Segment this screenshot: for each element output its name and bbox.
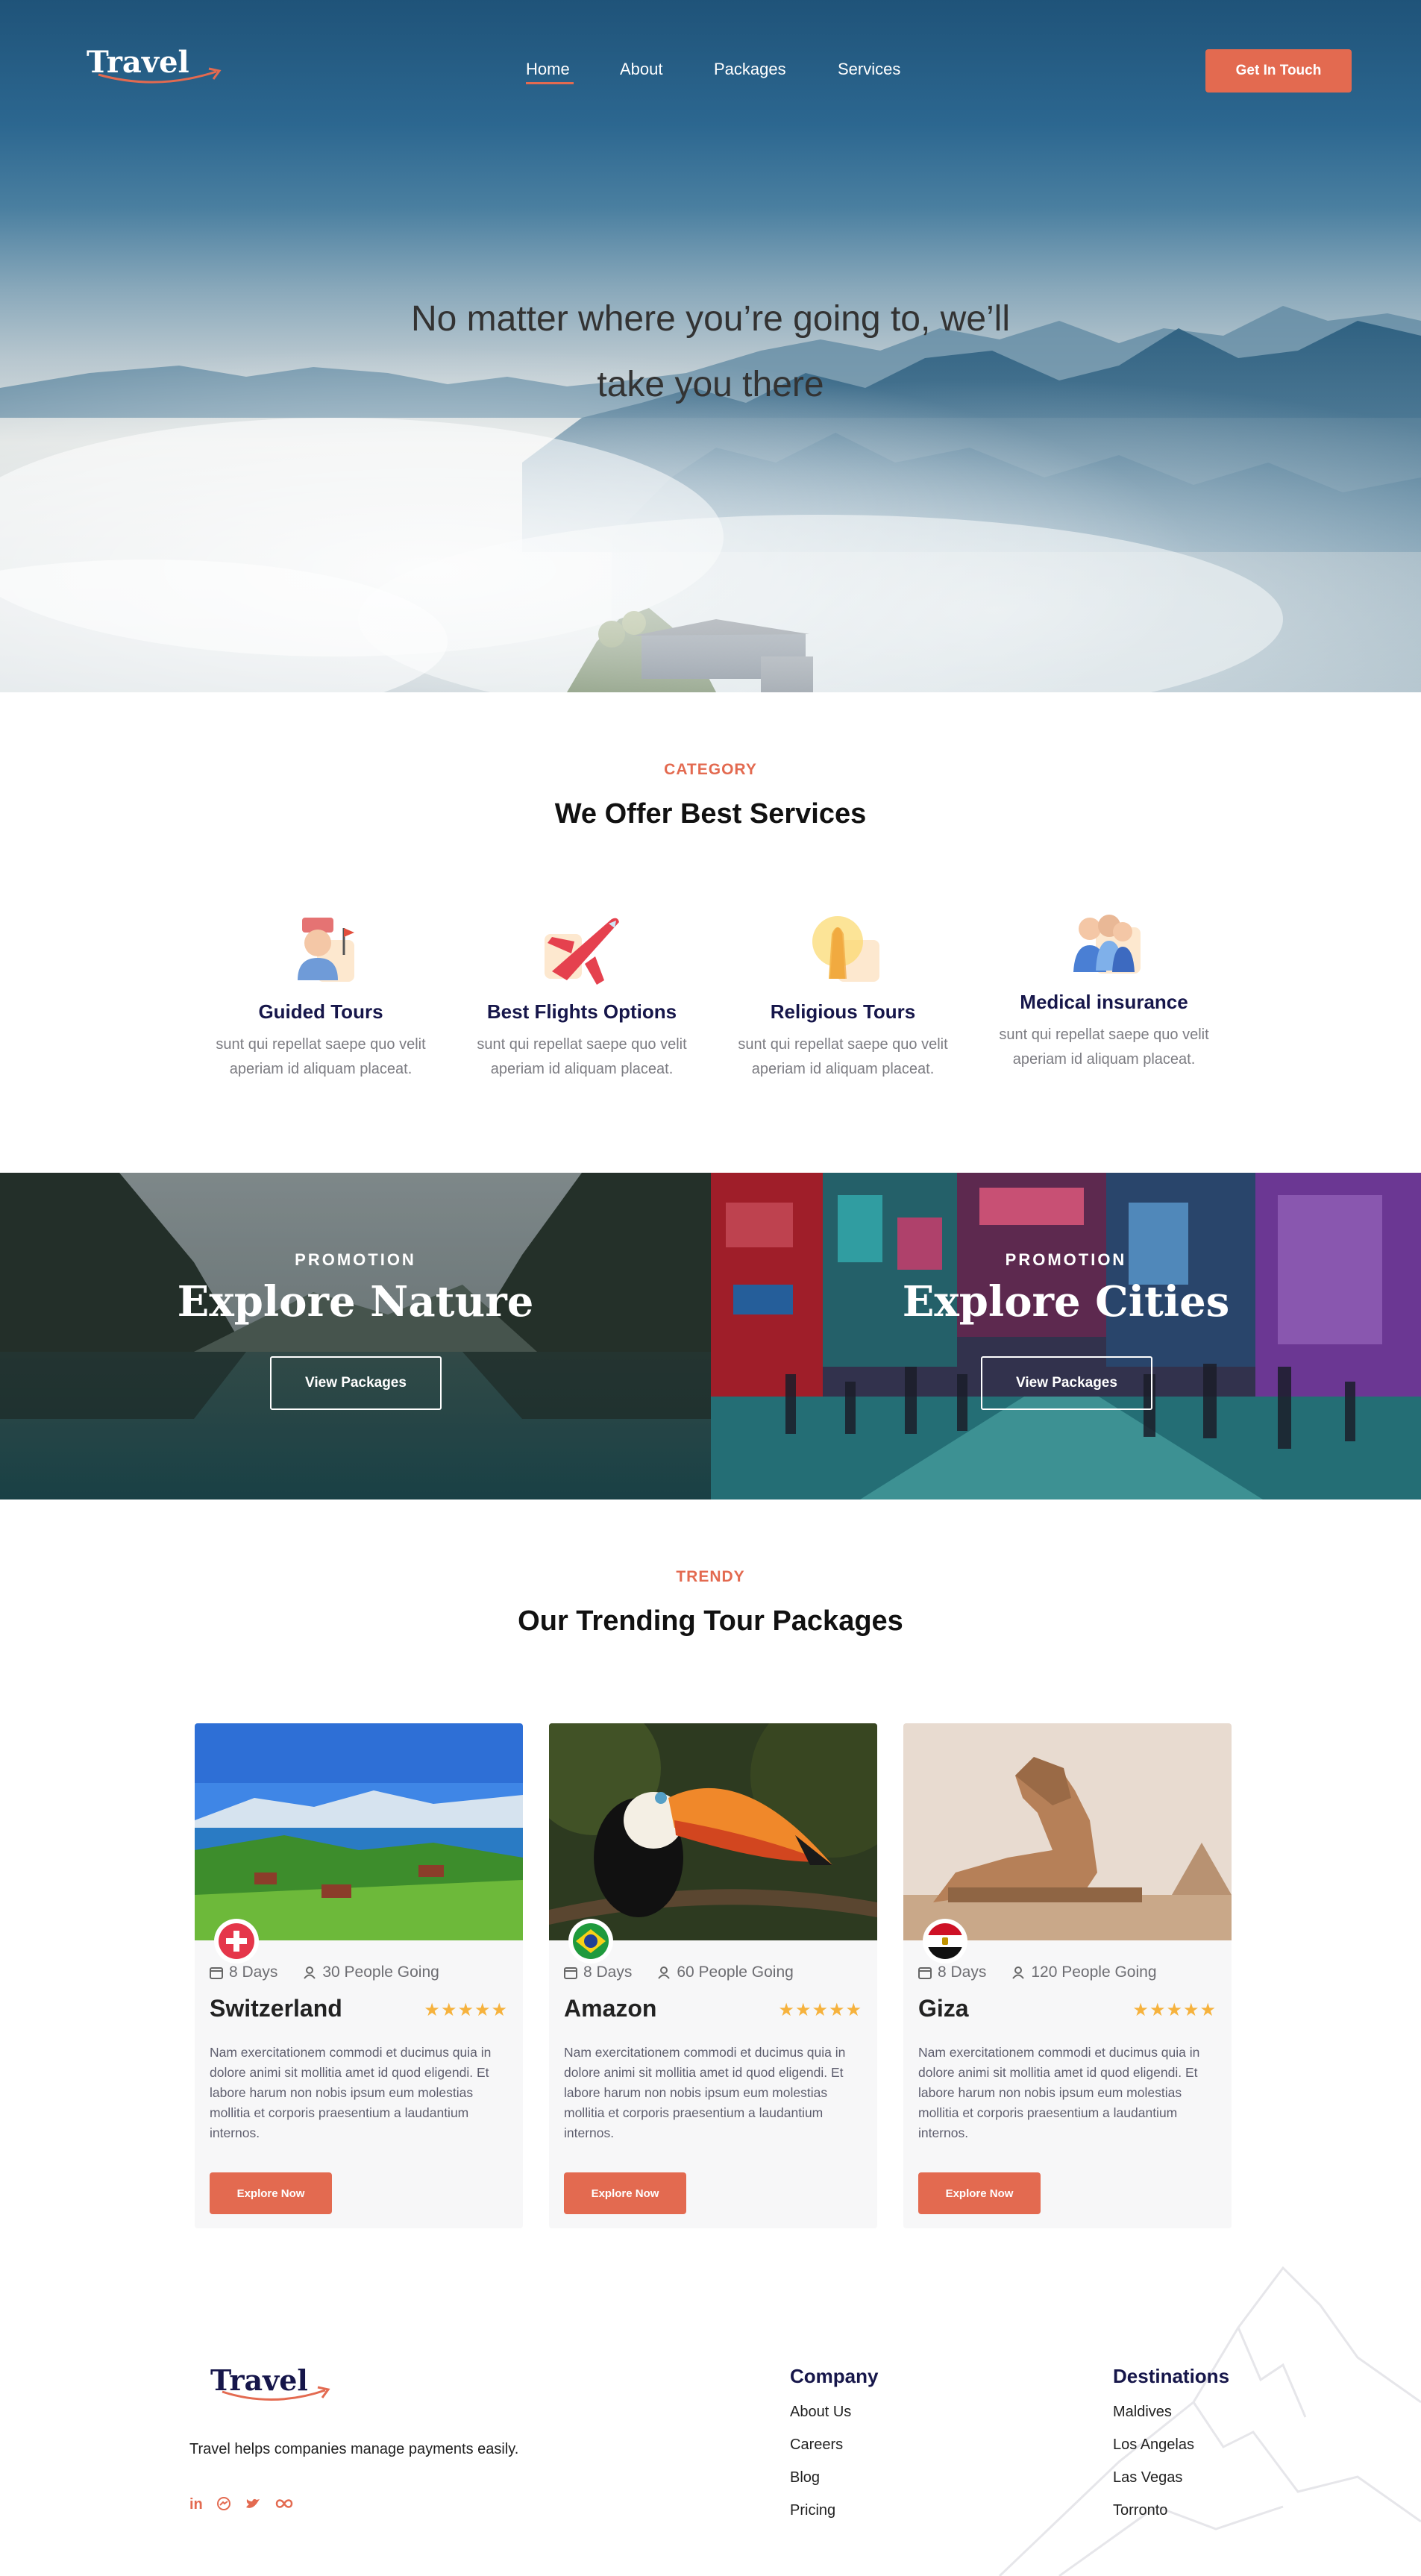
person-icon [658,1967,671,1979]
package-people: 30 People Going [322,1964,439,1981]
package-card-giza: 8 Days 120 People Going Giza ★★★★★ Nam e… [903,1723,1232,2228]
packages-eyebrow: TRENDY [676,1568,745,1585]
nav-active-underline [526,82,574,84]
package-name: Giza [918,1995,969,2022]
explore-now-button[interactable]: Explore Now [918,2172,1041,2214]
messenger-icon[interactable] [216,2496,231,2511]
footer-link-pricing[interactable]: Pricing [790,2502,835,2519]
package-people: 60 People Going [677,1964,794,1981]
linkedin-icon[interactable]: in [189,2496,203,2513]
package-card-amazon: 8 Days 60 People Going Amazon ★★★★★ Nam … [549,1723,877,2228]
city-background-image [711,1173,1421,1499]
promo-title: Explore Nature [177,1277,534,1326]
star-rating-icon: ★★★★★ [778,2000,862,2020]
nav-packages[interactable]: Packages [714,60,786,79]
service-title: Medical insurance [1020,991,1188,1013]
person-icon [1012,1967,1025,1979]
infinity-icon[interactable] [275,2496,294,2511]
package-desc: Nam exercitationem commodi et ducimus qu… [918,2045,1200,2140]
package-meta: 8 Days 60 People Going [564,1964,794,1981]
footer-link-maldives[interactable]: Maldives [1113,2404,1172,2421]
footer-company-title: Company [790,2365,879,2387]
service-desc: sunt qui repellat saepe quo velit aperia… [738,1036,948,1077]
service-title: Best Flights Options [486,1000,677,1023]
footer-tagline: Travel helps companies manage payments e… [189,2441,519,2457]
nav-home[interactable]: Home [526,60,570,79]
service-title: Guided Tours [258,1000,383,1023]
view-packages-button[interactable]: View Packages [981,1356,1152,1410]
footer-link-torronto[interactable]: Torronto [1113,2502,1167,2519]
package-card-switzerland: 8 Days 30 People Going Switzerland ★★★★★… [195,1723,523,2228]
sphinx-photo [903,1723,1232,1940]
promo-nature: PROMOTION Explore Nature View Packages [0,1173,711,1499]
package-meta: 8 Days 30 People Going [210,1964,439,1981]
explore-now-button[interactable]: Explore Now [210,2172,332,2214]
medical-team-icon [1073,915,1141,974]
flag-badge [568,1919,613,1964]
service-desc: sunt qui repellat saepe quo velit aperia… [216,1036,426,1077]
calendar-icon [210,1967,223,1979]
package-desc: Nam exercitationem commodi et ducimus qu… [564,2045,846,2140]
footer-destinations-title: Destinations [1113,2365,1230,2387]
hero-headline-line2: take you there [597,365,824,404]
social-links: in [189,2496,294,2513]
calendar-icon [564,1967,577,1979]
service-desc: sunt qui repellat saepe quo velit aperia… [477,1036,687,1077]
service-medical: Medical insurance sunt qui repellat saep… [992,906,1216,1072]
twitter-icon[interactable] [245,2496,261,2511]
switzerland-flag-icon [219,1923,254,1959]
service-guided-tours: Guided Tours sunt qui repellat saepe quo… [209,912,433,1082]
service-flights: Best Flights Options sunt qui repellat s… [470,912,694,1082]
flag-badge [923,1919,967,1964]
promo-label: PROMOTION [295,1250,416,1269]
star-rating-icon: ★★★★★ [424,2000,508,2020]
services-title: We Offer Best Services [554,798,867,830]
star-rating-icon: ★★★★★ [1132,2000,1217,2020]
guide-icon [298,918,354,982]
nav-about[interactable]: About [620,60,663,79]
service-desc: sunt qui repellat saepe quo velit aperia… [999,1027,1209,1068]
footer-link-about-us[interactable]: About Us [790,2404,851,2421]
egypt-flag-icon [927,1923,963,1959]
logo-swoosh-icon [98,67,222,84]
footer-link-las-vegas[interactable]: Las Vegas [1113,2469,1182,2486]
package-desc: Nam exercitationem commodi et ducimus qu… [210,2045,492,2140]
promo-title: Explore Cities [902,1277,1230,1326]
service-religious: Religious Tours sunt qui repellat saepe … [731,912,955,1082]
praying-hands-icon [812,916,879,982]
package-meta: 8 Days 120 People Going [918,1964,1157,1981]
explore-now-button[interactable]: Explore Now [564,2172,686,2214]
footer-mountain-sketch [998,2266,1421,2576]
footer-link-los-angelas[interactable]: Los Angelas [1113,2436,1194,2454]
promo-label: PROMOTION [1005,1250,1127,1269]
footer-link-careers[interactable]: Careers [790,2436,843,2454]
hero-section: Travel Home About Packages Services Get … [0,0,1421,692]
package-days: 8 Days [229,1964,278,1981]
airplane-icon [545,918,619,985]
brazil-flag-icon [573,1923,609,1959]
service-title: Religious Tours [770,1000,916,1023]
promo-cities: PROMOTION Explore Cities View Packages [711,1173,1421,1499]
services-eyebrow: CATEGORY [664,761,757,778]
hero-headline-line1: No matter where you’re going to, we’ll [410,299,1011,339]
hero-headline: No matter where you’re going to, we’ll t… [0,286,1421,418]
package-days: 8 Days [583,1964,633,1981]
package-name: Amazon [564,1995,657,2022]
calendar-icon [918,1967,932,1979]
person-icon [304,1967,316,1979]
footer-link-blog[interactable]: Blog [790,2469,820,2486]
package-name: Switzerland [210,1995,342,2022]
package-people: 120 People Going [1031,1964,1157,1981]
nav-services[interactable]: Services [838,60,900,79]
logo-swoosh-icon [222,2386,330,2401]
flag-badge [214,1919,259,1964]
package-days: 8 Days [938,1964,987,1981]
packages-title: Our Trending Tour Packages [518,1605,903,1637]
view-packages-button[interactable]: View Packages [270,1356,442,1410]
switzerland-photo [195,1723,523,1940]
get-in-touch-button[interactable]: Get In Touch [1205,49,1352,93]
nature-background-image [0,1173,711,1499]
toucan-photo [549,1723,877,1940]
